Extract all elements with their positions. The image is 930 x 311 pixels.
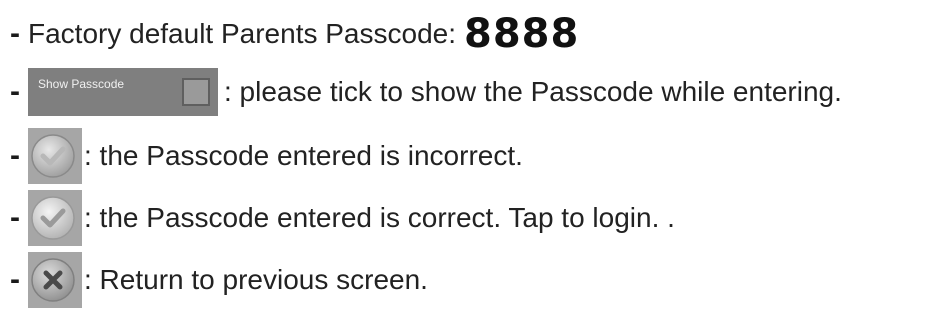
bullet-dash: - <box>10 263 20 296</box>
check-enabled-icon[interactable] <box>28 190 82 246</box>
show-passcode-toggle[interactable]: Show Passcode <box>28 68 218 116</box>
close-icon-graphic <box>31 258 75 302</box>
show-passcode-description: : please tick to show the Passcode while… <box>224 76 842 107</box>
show-passcode-label: Show Passcode <box>38 77 125 91</box>
check-enabled-icon-graphic <box>31 196 75 240</box>
return-description: : Return to previous screen. <box>84 264 428 295</box>
close-icon[interactable] <box>28 252 82 308</box>
default-passcode-line: - Factory default Parents Passcode: 8888 <box>10 14 579 54</box>
return-line: - : Return to previous screen. <box>10 252 428 308</box>
check-disabled-icon-graphic <box>31 134 75 178</box>
default-passcode-value: 8888 <box>464 11 580 57</box>
bullet-dash: - <box>10 139 20 172</box>
check-disabled-icon <box>28 128 82 184</box>
bullet-dash: - <box>10 201 20 234</box>
bullet-dash: - <box>10 17 20 50</box>
default-passcode-label: Factory default Parents Passcode: <box>28 18 456 49</box>
incorrect-passcode-description: : the Passcode entered is incorrect. <box>84 140 523 171</box>
show-passcode-checkbox[interactable] <box>182 78 210 106</box>
show-passcode-line: - Show Passcode : please tick to show th… <box>10 68 842 116</box>
correct-passcode-line: - : the Passcode entered is correct. Tap… <box>10 190 675 246</box>
correct-passcode-description: : the Passcode entered is correct. Tap t… <box>84 202 675 233</box>
bullet-dash: - <box>10 75 20 108</box>
incorrect-passcode-line: - : the Passcode entered is incorrect. <box>10 128 523 184</box>
